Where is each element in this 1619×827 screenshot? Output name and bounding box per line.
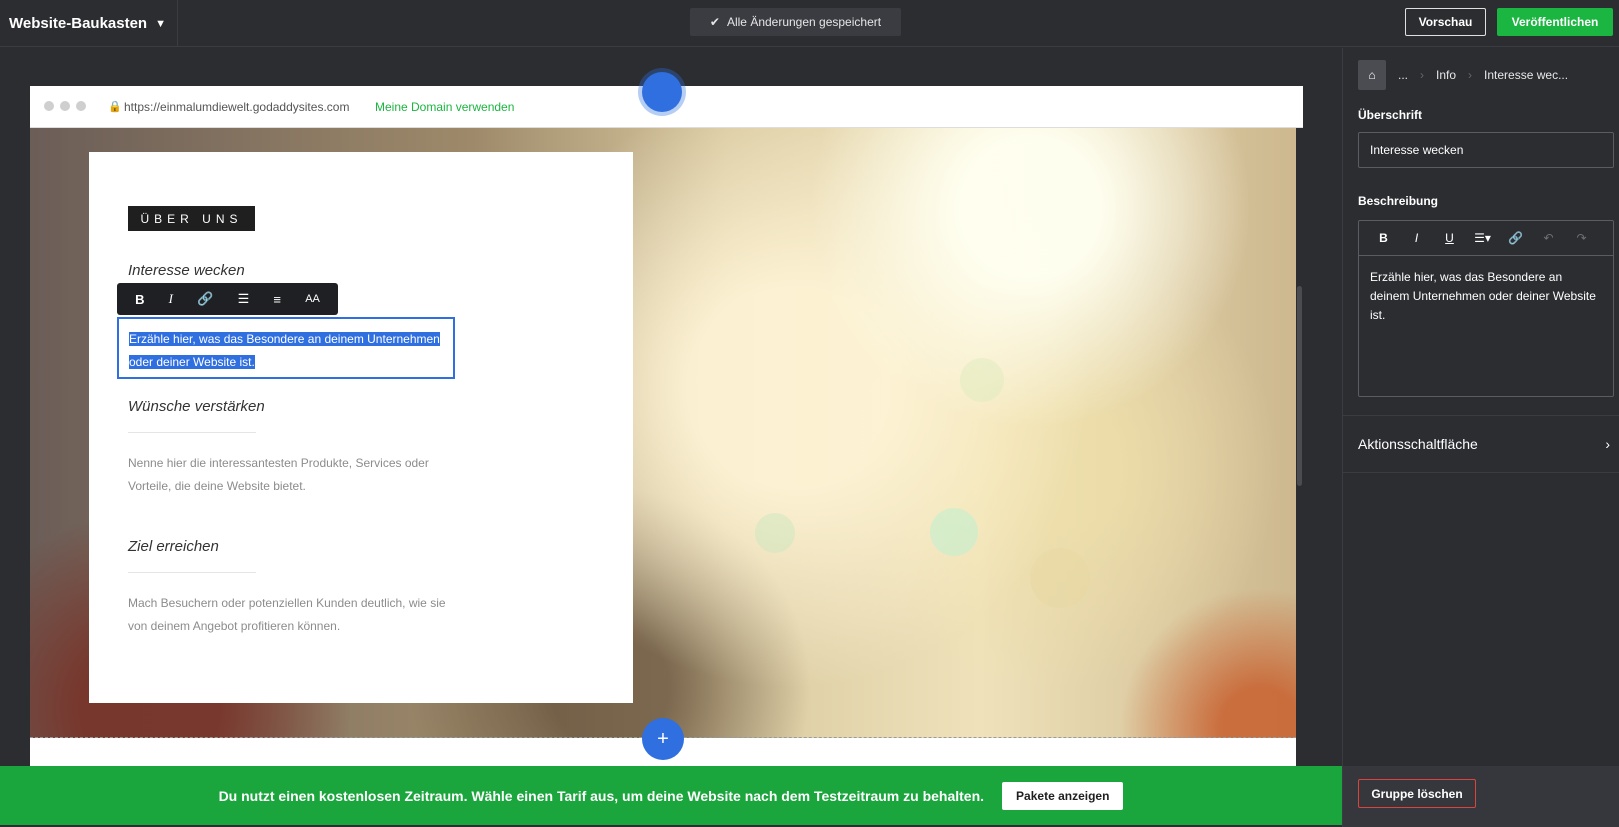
item-text-3[interactable]: Mach Besuchern oder potenziellen Kunden … bbox=[128, 592, 458, 638]
save-status-badge: ✔ Alle Änderungen gespeichert bbox=[690, 8, 901, 36]
check-icon: ✔ bbox=[709, 15, 720, 29]
breadcrumb-info[interactable]: Info bbox=[1424, 68, 1468, 82]
divider bbox=[128, 432, 256, 433]
item-text-2[interactable]: Nenne hier die interessantesten Produkte… bbox=[128, 452, 458, 498]
selected-text-editor[interactable]: Erzähle hier, was das Besondere an deine… bbox=[117, 317, 455, 379]
show-plans-button[interactable]: Pakete anzeigen bbox=[1002, 781, 1124, 810]
section-tag[interactable]: ÜBER UNS bbox=[128, 206, 255, 231]
divider bbox=[128, 572, 256, 573]
font-size-button[interactable]: AA bbox=[305, 293, 320, 305]
save-status-text: Alle Änderungen gespeichert bbox=[726, 15, 882, 29]
app-menu-button[interactable]: Website-Baukasten ▼ bbox=[0, 0, 178, 47]
item-heading-1[interactable]: Interesse wecken bbox=[128, 262, 245, 279]
publish-button[interactable]: Veröffentlichen bbox=[1497, 8, 1613, 36]
inline-format-toolbar: B I 🔗 ☰ ≡ AA bbox=[117, 283, 338, 315]
italic-button[interactable]: I bbox=[169, 291, 173, 307]
description-textarea[interactable]: Erzähle hier, was das Besondere an deine… bbox=[1359, 256, 1613, 337]
bold-button[interactable]: B bbox=[135, 292, 144, 307]
rte-bold-button[interactable]: B bbox=[1367, 231, 1400, 245]
redo-icon[interactable]: ↷ bbox=[1565, 231, 1598, 245]
numbered-list-icon[interactable]: ≡ bbox=[273, 292, 281, 307]
delete-group-button[interactable]: Gruppe löschen bbox=[1358, 779, 1476, 808]
site-url: https://einmalumdiewelt.godaddysites.com bbox=[124, 100, 350, 114]
link-icon[interactable]: 🔗 bbox=[197, 291, 213, 307]
item-heading-3[interactable]: Ziel erreichen bbox=[128, 538, 219, 555]
add-section-button[interactable]: + bbox=[642, 718, 684, 760]
action-button-label: Aktionsschaltfläche bbox=[1358, 436, 1478, 452]
rte-toolbar: B I U ☰▾ 🔗 ↶ ↷ bbox=[1359, 221, 1613, 256]
lock-icon: 🔒 bbox=[108, 101, 122, 113]
add-section-top-button[interactable] bbox=[642, 72, 682, 112]
rte-list-icon[interactable]: ☰▾ bbox=[1466, 231, 1499, 245]
breadcrumb: ⌂ ... › Info › Interesse wec... bbox=[1358, 60, 1580, 90]
breadcrumb-current: Interesse wec... bbox=[1484, 68, 1569, 82]
home-icon[interactable]: ⌂ bbox=[1358, 60, 1386, 90]
app-name: Website-Baukasten bbox=[9, 15, 148, 32]
chevron-right-icon: › bbox=[1605, 436, 1610, 452]
panel-footer: Gruppe löschen bbox=[1343, 766, 1619, 827]
top-bar: Website-Baukasten ▼ ✔ Alle Änderungen ge… bbox=[0, 0, 1619, 47]
breadcrumb-ellipsis[interactable]: ... bbox=[1386, 68, 1420, 82]
rte-link-icon[interactable]: 🔗 bbox=[1499, 231, 1532, 245]
canvas-scrollbar[interactable] bbox=[1297, 286, 1302, 486]
item-heading-2[interactable]: Wünsche verstärken bbox=[128, 398, 265, 415]
undo-icon[interactable]: ↶ bbox=[1532, 231, 1565, 245]
description-editor: B I U ☰▾ 🔗 ↶ ↷ Erzähle hier, was das Bes… bbox=[1358, 220, 1614, 397]
description-label: Beschreibung bbox=[1358, 194, 1439, 208]
trial-message: Du nutzt einen kostenlosen Zeitraum. Wäh… bbox=[218, 787, 985, 804]
bullet-list-icon[interactable]: ☰ bbox=[238, 291, 250, 307]
selected-description-text[interactable]: Erzähle hier, was das Besondere an deine… bbox=[129, 332, 440, 369]
heading-input[interactable]: Interesse wecken bbox=[1358, 132, 1614, 168]
chevron-down-icon: ▼ bbox=[155, 17, 166, 30]
content-card: ÜBER UNS Interesse wecken Wünsche verstä… bbox=[89, 152, 633, 703]
action-button-settings[interactable]: Aktionsschaltfläche › bbox=[1343, 415, 1619, 473]
use-domain-link[interactable]: Meine Domain verwenden bbox=[375, 100, 514, 114]
rte-underline-button[interactable]: U bbox=[1433, 231, 1466, 245]
properties-panel: ⌂ ... › Info › Interesse wec... Überschr… bbox=[1342, 48, 1619, 827]
preview-button[interactable]: Vorschau bbox=[1405, 8, 1486, 36]
heading-label: Überschrift bbox=[1358, 108, 1423, 122]
window-dots bbox=[44, 101, 86, 111]
trial-banner: Du nutzt einen kostenlosen Zeitraum. Wäh… bbox=[0, 766, 1342, 825]
rte-italic-button[interactable]: I bbox=[1400, 231, 1433, 245]
